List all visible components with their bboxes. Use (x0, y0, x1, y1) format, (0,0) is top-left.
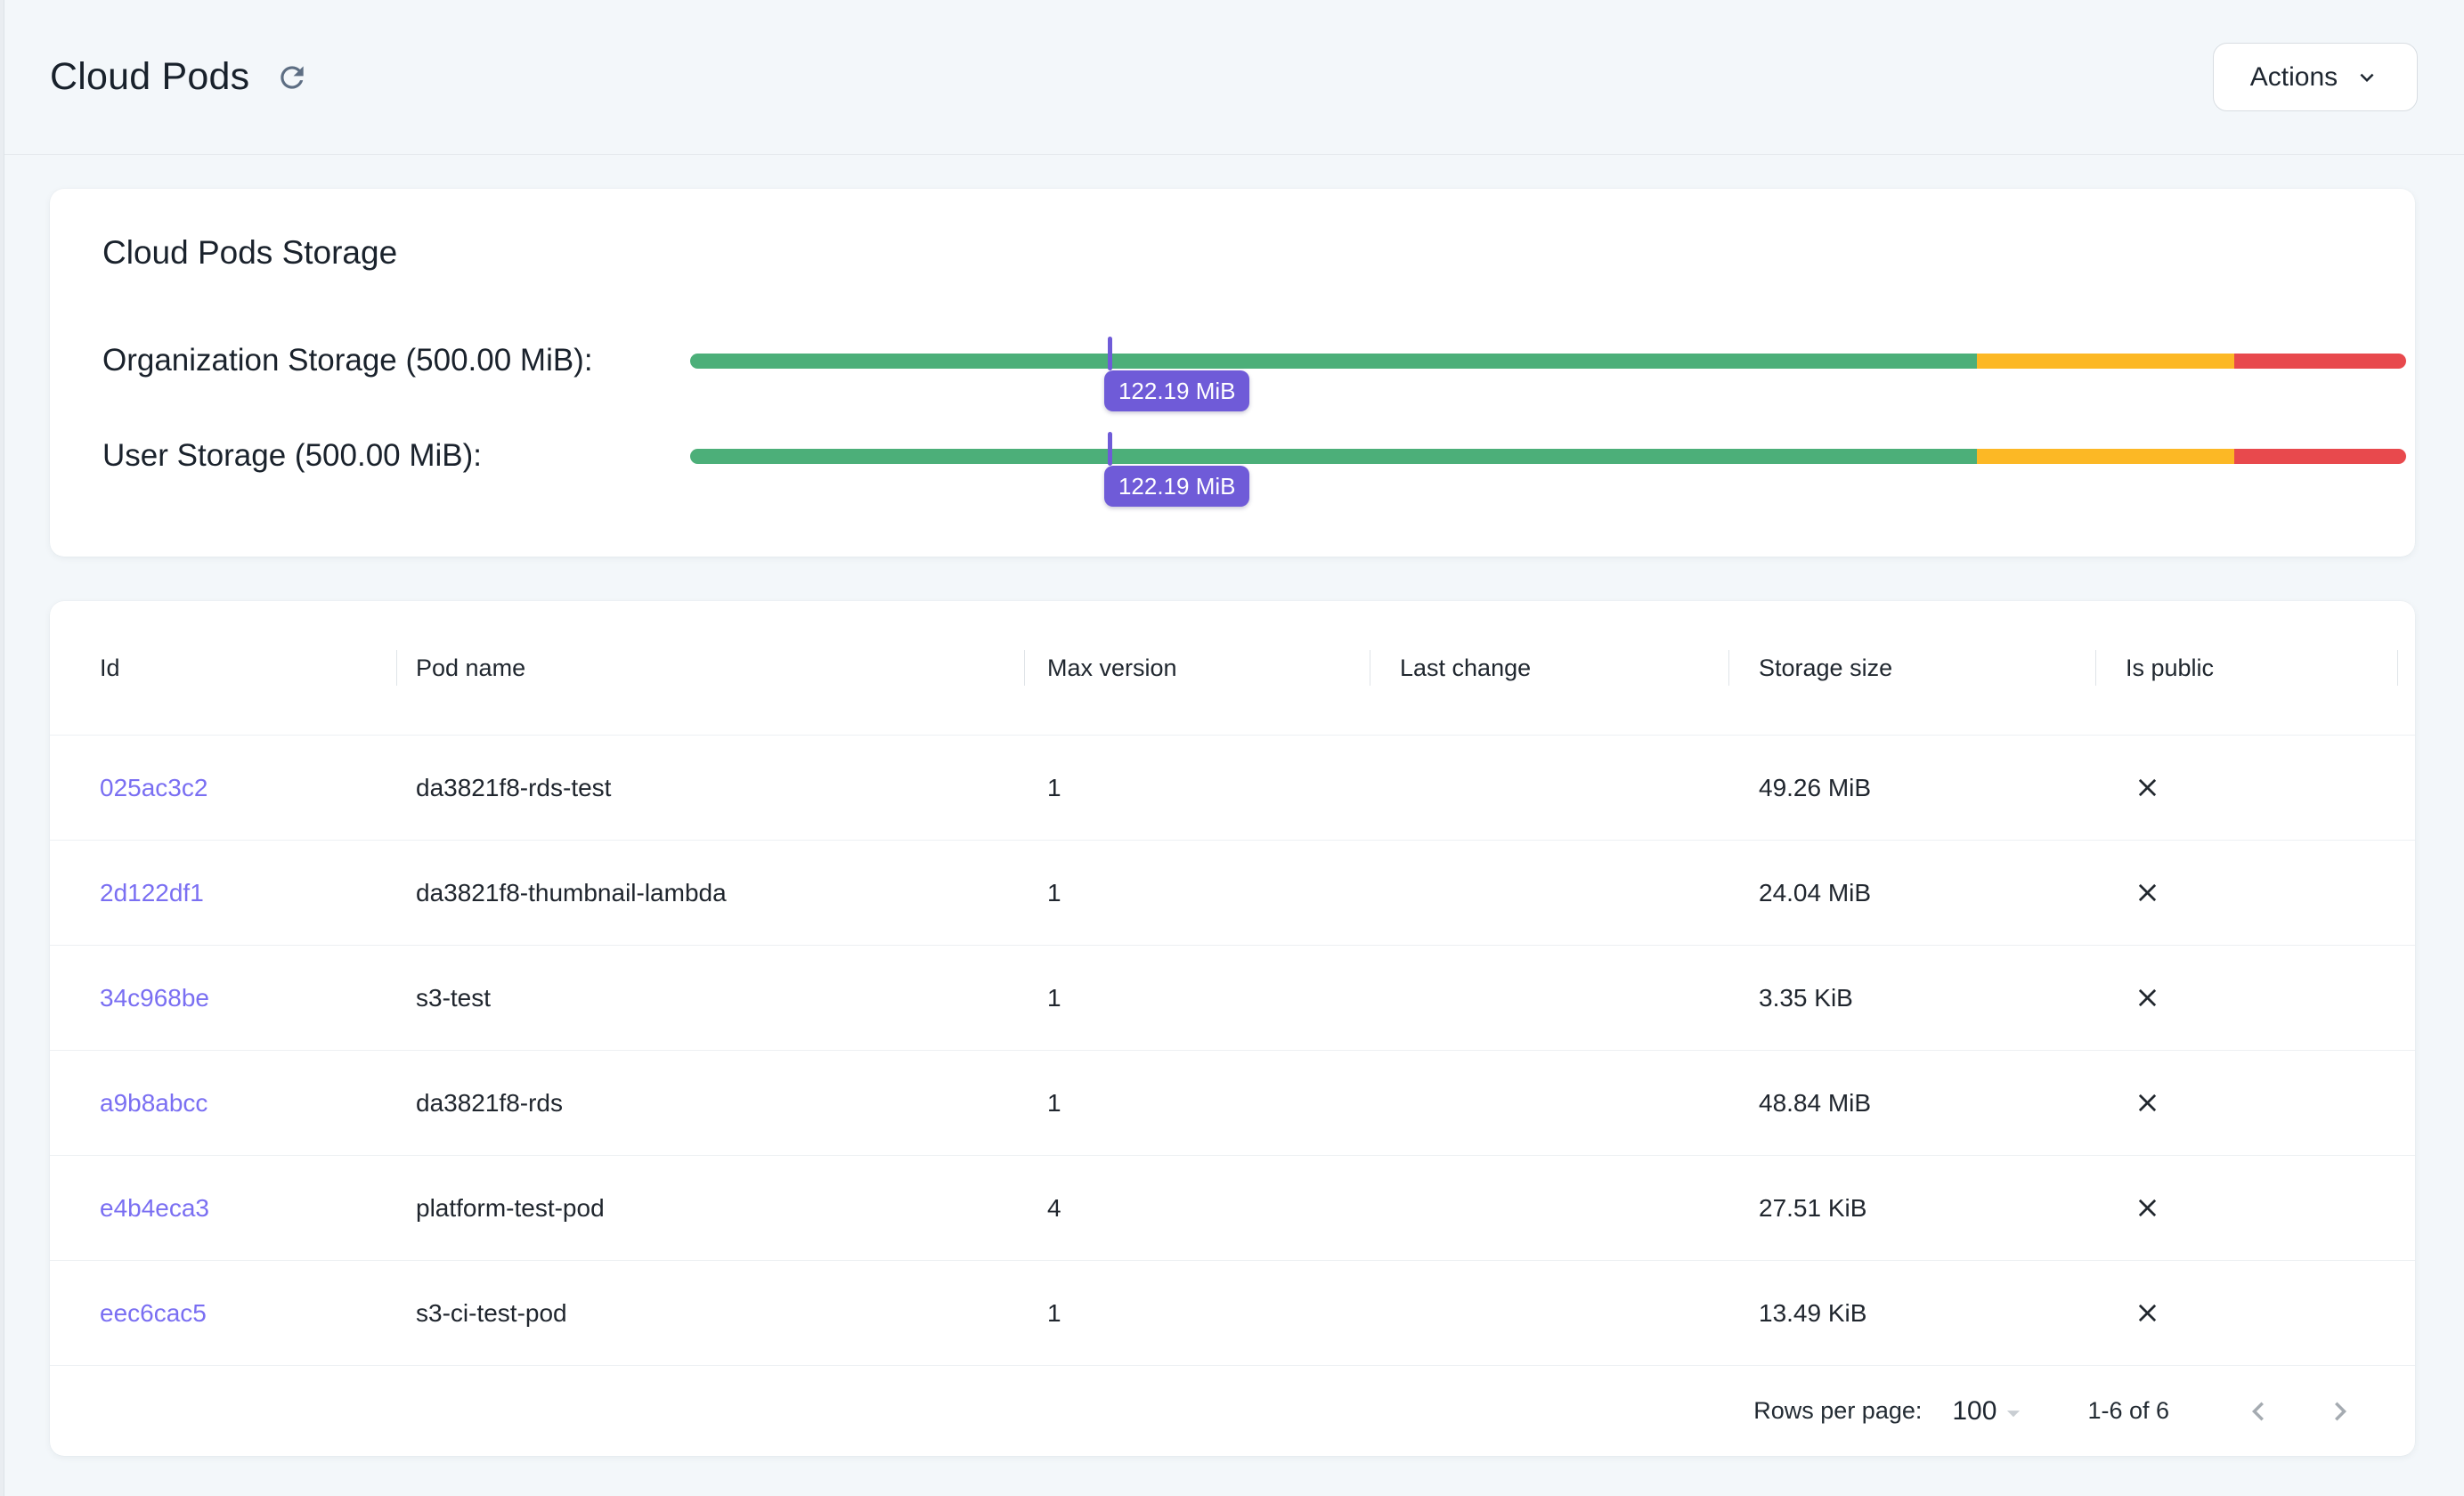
storage-card-title: Cloud Pods Storage (102, 232, 2406, 274)
pod-id-link[interactable]: eec6cac5 (100, 1299, 207, 1328)
rows-per-page-select[interactable]: 100 (1952, 1394, 2029, 1428)
table-row: e4b4eca3 platform-test-pod 4 27.51 KiB (50, 1155, 2415, 1260)
organization-storage-meter: Organization Storage (500.00 MiB): 122.1… (102, 340, 2406, 381)
pod-name-cell: da3821f8-rds-test (396, 736, 1024, 840)
storage-threshold-bar (690, 449, 2406, 464)
column-header-is-public[interactable]: Is public (2095, 601, 2415, 735)
organization-storage-bar: 122.19 MiB (690, 354, 2406, 369)
max-version-cell: 1 (1024, 946, 1370, 1050)
chevron-left-icon (2240, 1393, 2277, 1430)
pod-name-cell: s3-test (396, 946, 1024, 1050)
previous-page-button[interactable] (2235, 1388, 2281, 1435)
pod-id-link[interactable]: 34c968be (100, 984, 209, 1012)
storage-size-cell: 3.35 KiB (1728, 946, 2095, 1050)
storage-size-cell: 49.26 MiB (1728, 736, 2095, 840)
cloud-pods-page: Cloud Pods Actions Cloud Pods Storage Or… (0, 0, 2464, 1496)
bar-segment-red (2234, 449, 2406, 464)
last-change-cell (1370, 1261, 1728, 1365)
pod-name-cell: platform-test-pod (396, 1156, 1024, 1260)
last-change-cell (1370, 736, 1728, 840)
organization-storage-label: Organization Storage (500.00 MiB): (102, 343, 690, 378)
close-icon (2133, 878, 2162, 907)
rows-per-page-value: 100 (1952, 1396, 1996, 1427)
storage-size-cell: 24.04 MiB (1728, 841, 2095, 945)
refresh-icon (275, 61, 309, 94)
bar-segment-green (690, 354, 1977, 369)
usage-marker (1108, 337, 1112, 370)
storage-size-cell: 27.51 KiB (1728, 1156, 2095, 1260)
chevron-down-icon (2354, 64, 2380, 91)
close-icon (2133, 773, 2162, 802)
pagination-range: 1-6 of 6 (2087, 1397, 2169, 1425)
rows-per-page-label: Rows per page: (1753, 1397, 1922, 1425)
page-title: Cloud Pods (50, 55, 249, 99)
table-pagination: Rows per page: 100 1-6 of 6 (50, 1365, 2415, 1456)
column-header-last-change[interactable]: Last change (1370, 601, 1728, 735)
max-version-cell: 1 (1024, 736, 1370, 840)
close-icon (2133, 1298, 2162, 1328)
column-header-id[interactable]: Id (50, 601, 396, 735)
bar-segment-amber (1977, 449, 2234, 464)
actions-button[interactable]: Actions (2213, 43, 2418, 111)
last-change-cell (1370, 1156, 1728, 1260)
bar-segment-amber (1977, 354, 2234, 369)
column-header-storage-size[interactable]: Storage size (1728, 601, 2095, 735)
table-row: 025ac3c2 da3821f8-rds-test 1 49.26 MiB (50, 735, 2415, 840)
pod-name-cell: da3821f8-thumbnail-lambda (396, 841, 1024, 945)
actions-button-label: Actions (2250, 62, 2338, 93)
usage-marker (1108, 432, 1112, 466)
storage-card: Cloud Pods Storage Organization Storage … (50, 189, 2415, 557)
table-header-row: Id Pod name Max version Last change Stor… (50, 601, 2415, 735)
page-header: Cloud Pods Actions (0, 0, 2464, 155)
user-storage-label: User Storage (500.00 MiB): (102, 438, 690, 474)
column-header-max-version[interactable]: Max version (1024, 601, 1370, 735)
max-version-cell: 1 (1024, 1051, 1370, 1155)
pod-name-cell: da3821f8-rds (396, 1051, 1024, 1155)
user-storage-meter: User Storage (500.00 MiB): 122.19 MiB (102, 435, 2406, 476)
table-row: a9b8abcc da3821f8-rds 1 48.84 MiB (50, 1050, 2415, 1155)
last-change-cell (1370, 946, 1728, 1050)
pod-id-link[interactable]: e4b4eca3 (100, 1194, 209, 1223)
usage-badge: 122.19 MiB (1104, 370, 1250, 411)
table-row: 2d122df1 da3821f8-thumbnail-lambda 1 24.… (50, 840, 2415, 945)
max-version-cell: 4 (1024, 1156, 1370, 1260)
storage-size-cell: 13.49 KiB (1728, 1261, 2095, 1365)
max-version-cell: 1 (1024, 841, 1370, 945)
user-storage-bar: 122.19 MiB (690, 449, 2406, 464)
last-change-cell (1370, 1051, 1728, 1155)
table-row: 34c968be s3-test 1 3.35 KiB (50, 945, 2415, 1050)
storage-threshold-bar (690, 354, 2406, 369)
storage-size-cell: 48.84 MiB (1728, 1051, 2095, 1155)
bar-segment-red (2234, 354, 2406, 369)
pods-table-card: Id Pod name Max version Last change Stor… (50, 601, 2415, 1456)
pod-id-link[interactable]: a9b8abcc (100, 1089, 207, 1118)
refresh-button[interactable] (272, 58, 312, 97)
close-icon (2133, 1193, 2162, 1223)
pod-id-link[interactable]: 025ac3c2 (100, 774, 207, 802)
column-header-pod-name[interactable]: Pod name (396, 601, 1024, 735)
pod-name-cell: s3-ci-test-pod (396, 1261, 1024, 1365)
last-change-cell (1370, 841, 1728, 945)
next-page-button[interactable] (2317, 1388, 2363, 1435)
max-version-cell: 1 (1024, 1261, 1370, 1365)
dropdown-arrow-icon (1998, 1398, 2029, 1428)
bar-segment-green (690, 449, 1977, 464)
close-icon (2133, 983, 2162, 1012)
pod-id-link[interactable]: 2d122df1 (100, 879, 204, 907)
close-icon (2133, 1088, 2162, 1118)
chevron-right-icon (2322, 1393, 2359, 1430)
table-row: eec6cac5 s3-ci-test-pod 1 13.49 KiB (50, 1260, 2415, 1365)
usage-badge: 122.19 MiB (1104, 466, 1250, 507)
